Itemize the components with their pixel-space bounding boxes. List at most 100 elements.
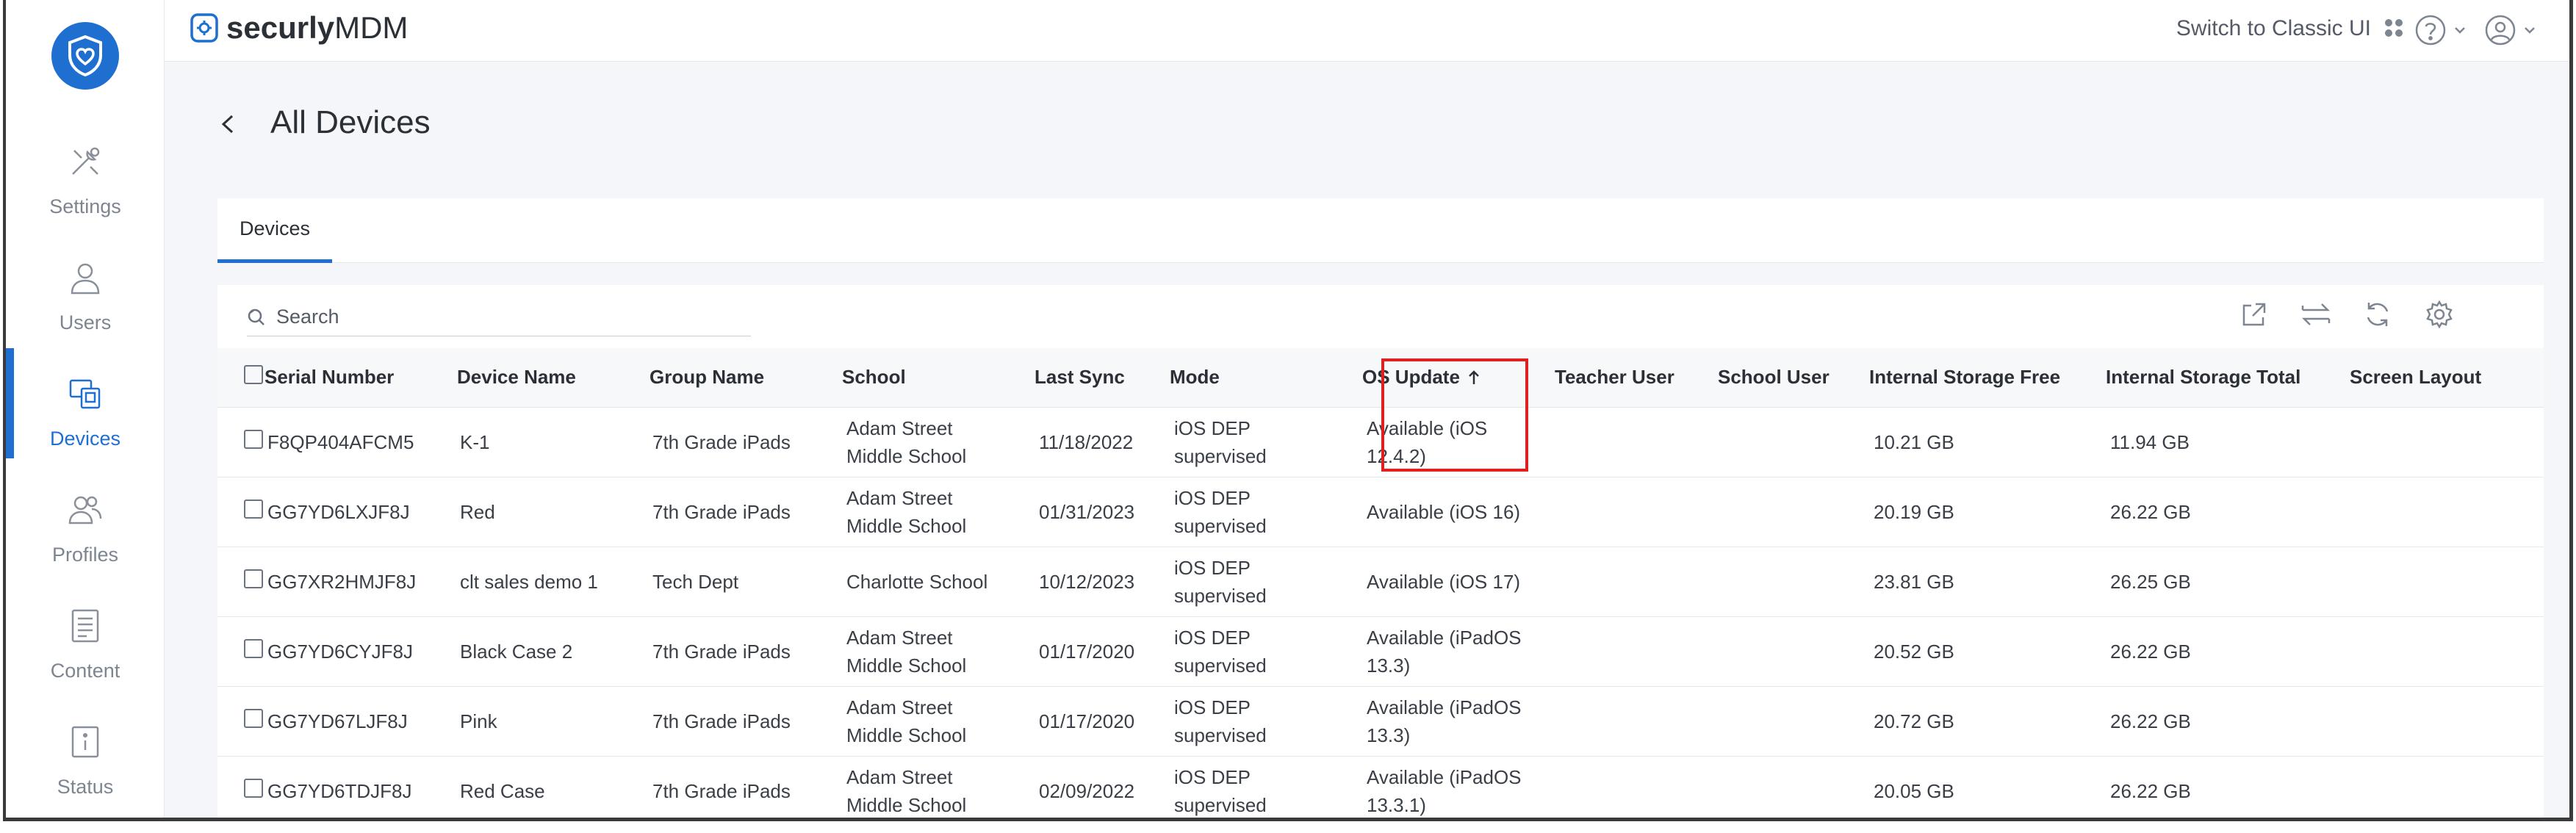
row-checkbox[interactable] (244, 429, 263, 449)
account-menu[interactable] (2484, 13, 2540, 51)
device-name-cell[interactable]: K-1 (457, 407, 650, 477)
os-update-cell: Available (iOS 12.4.2) (1362, 407, 1555, 477)
sidebar-item-status[interactable]: Status (6, 696, 165, 807)
device-name-cell[interactable]: Black Case 2 (457, 616, 650, 686)
column-header-storage-total[interactable]: Internal Storage Total (2106, 348, 2350, 407)
school-cell-line-1: Adam Street (846, 626, 953, 649)
mode-cell-line-1: iOS DEP (1174, 626, 1251, 649)
mode-cell: iOS DEP supervised (1170, 616, 1362, 686)
os-update-cell-line-1: Available (iOS 16) (1367, 500, 1521, 523)
teacher-user-cell (1555, 616, 1718, 686)
column-header-device-name[interactable]: Device Name (457, 348, 650, 407)
school-cell: Adam Street Middle School (842, 477, 1035, 547)
apps-grid-icon[interactable] (2383, 18, 2404, 42)
row-checkbox[interactable] (244, 778, 263, 798)
school-cell: Adam Street Middle School (842, 686, 1035, 756)
sidebar-item-settings[interactable]: Settings (6, 116, 165, 226)
table-row[interactable]: GG7YD6TDJF8J Red Case 7th Grade iPads Adam … (217, 756, 2544, 818)
os-update-cell: Available (iOS 16) (1362, 477, 1555, 547)
mode-cell-line-1: iOS DEP (1174, 556, 1251, 579)
serial-cell: F8QP404AFCM5 (267, 430, 414, 453)
serial-cell: GG7YD6CYJF8J (267, 640, 413, 663)
export-icon[interactable] (2238, 298, 2270, 331)
column-header-os-update[interactable]: OS Update (1362, 348, 1555, 407)
school-cell-line-2: Middle School (846, 444, 967, 467)
school-user-cell (1718, 547, 1869, 616)
row-checkbox[interactable] (244, 638, 263, 658)
column-header-serial[interactable]: Serial Number (265, 348, 457, 407)
help-menu[interactable] (2414, 13, 2470, 51)
securly-logo[interactable] (51, 22, 119, 90)
switch-to-classic-link[interactable]: Switch to Classic UI (2176, 16, 2371, 41)
serial-cell: GG7YD67LJF8J (267, 710, 408, 732)
school-user-cell (1718, 756, 1869, 818)
storage-total-cell: 26.25 GB (2110, 570, 2191, 593)
last-sync-cell: 02/09/2022 (1039, 779, 1135, 802)
device-name-cell[interactable]: Pink (457, 686, 650, 756)
column-header-group-name[interactable]: Group Name (650, 348, 842, 407)
row-select-cell (217, 616, 265, 686)
column-header-last-sync[interactable]: Last Sync (1035, 348, 1170, 407)
select-all-checkbox[interactable] (244, 365, 263, 385)
column-header-teacher-user[interactable]: Teacher User (1555, 348, 1718, 407)
school-user-cell (1718, 407, 1869, 477)
os-update-cell: Available (iPadOS 13.3) (1362, 616, 1555, 686)
mode-cell: iOS DEP supervised (1170, 686, 1362, 756)
storage-total-cell: 26.22 GB (2110, 710, 2191, 732)
row-checkbox[interactable] (244, 499, 263, 519)
school-cell: Adam Street Middle School (842, 616, 1035, 686)
transfer-icon[interactable] (2300, 298, 2332, 331)
back-arrow-icon[interactable] (219, 112, 237, 140)
sidebar-item-users[interactable]: Users (6, 232, 165, 342)
device-name-cell[interactable]: Red Case (457, 756, 650, 818)
school-cell-line-1: Adam Street (846, 696, 953, 718)
tools-icon (68, 144, 103, 179)
row-select-cell (217, 407, 265, 477)
last-sync-cell: 01/31/2023 (1039, 500, 1135, 523)
table-row[interactable]: GG7XR2HMJF8J clt sales demo 1 Tech Dept Cha… (217, 547, 2544, 616)
table-row[interactable]: GG7YD67LJF8J Pink 7th Grade iPads Adam Stre… (217, 686, 2544, 756)
column-header-storage-free[interactable]: Internal Storage Free (1869, 348, 2106, 407)
sidebar-item-profiles[interactable]: Profiles (6, 464, 165, 574)
brand[interactable]: securlyMDM (190, 10, 408, 46)
refresh-icon[interactable] (2361, 298, 2394, 331)
os-update-label: OS Update (1362, 366, 1460, 389)
device-name-cell[interactable]: Red (457, 477, 650, 547)
app-window: Settings Users Devices Profiles Content … (3, 0, 2573, 821)
row-checkbox[interactable] (244, 708, 263, 728)
device-name-cell[interactable]: clt sales demo 1 (457, 547, 650, 616)
search-input[interactable] (276, 306, 717, 328)
page-title: All Devices (270, 104, 431, 140)
row-select-cell (217, 756, 265, 818)
storage-total-cell: 26.22 GB (2110, 500, 2191, 523)
account-icon (2485, 15, 2535, 46)
sidebar-item-content[interactable]: Content (6, 580, 165, 690)
tab-devices[interactable]: Devices (217, 198, 332, 263)
table-row[interactable]: GG7YD6CYJF8J Black Case 2 7th Grade iPads A… (217, 616, 2544, 686)
os-update-cell: Available (iPadOS 13.3.1) (1362, 756, 1555, 818)
table-row[interactable]: F8QP404AFCM5 K-1 7th Grade iPads Adam Stree… (217, 407, 2544, 477)
screen-layout-cell (2350, 477, 2544, 547)
gear-icon[interactable] (2423, 298, 2456, 331)
os-update-cell: Available (iPadOS 13.3) (1362, 686, 1555, 756)
storage-total-cell: 26.22 GB (2110, 640, 2191, 663)
search-icon (248, 309, 265, 325)
mode-cell-line-1: iOS DEP (1174, 765, 1251, 788)
mode-cell: iOS DEP supervised (1170, 547, 1362, 616)
table-row[interactable]: GG7YD6LXJF8J Red 7th Grade iPads Adam Stree… (217, 477, 2544, 547)
devices-table: Serial Number Device Name Group Name Sch… (217, 348, 2544, 818)
sort-ascending-icon (1469, 369, 1479, 384)
table-header-row: Serial Number Device Name Group Name Sch… (217, 348, 2544, 407)
column-header-school-user[interactable]: School User (1718, 348, 1869, 407)
school-cell-line-1: Adam Street (846, 765, 953, 788)
school-cell: Charlotte School (842, 547, 1035, 616)
sidebar: Settings Users Devices Profiles Content … (6, 0, 165, 818)
column-header-mode[interactable]: Mode (1170, 348, 1362, 407)
column-header-screen-layout[interactable]: Screen Layout (2350, 348, 2544, 407)
storage-total-cell: 26.22 GB (2110, 779, 2191, 802)
school-cell-line-1: Adam Street (846, 416, 953, 439)
sidebar-item-devices[interactable]: Devices (6, 348, 165, 458)
row-checkbox[interactable] (244, 569, 263, 588)
column-header-school[interactable]: School (842, 348, 1035, 407)
status-icon (68, 724, 103, 760)
